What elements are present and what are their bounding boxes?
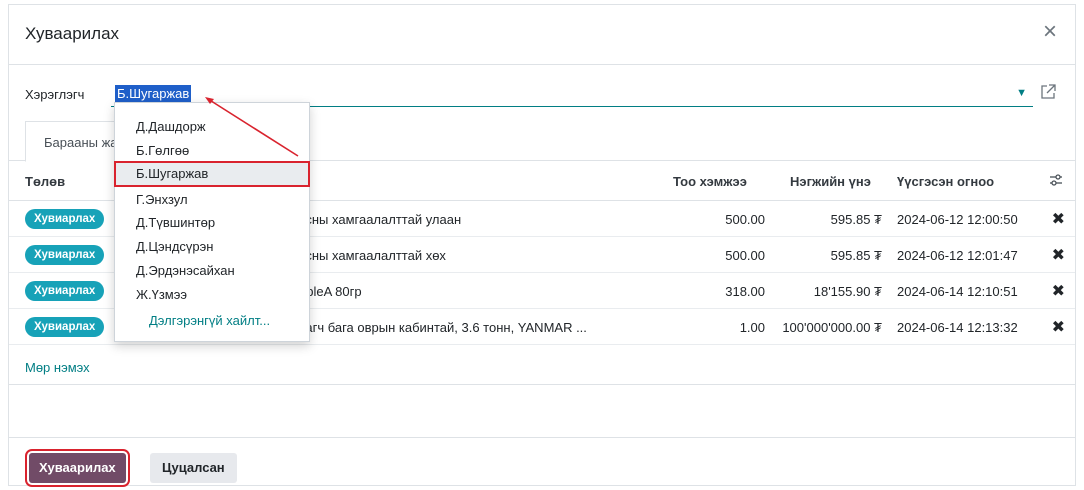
qty-cell[interactable]: 318.00 <box>725 284 765 299</box>
user-field-label: Хэрэглэгч <box>25 87 85 102</box>
price-cell[interactable]: 595.85 ₮ <box>831 248 882 263</box>
column-qty[interactable]: Тоо хэмжээ <box>673 174 747 189</box>
column-unit-price[interactable]: Нэгжийн үнэ <box>790 174 871 189</box>
dialog-footer: Хуваарилах Цуцалсан <box>9 437 1075 487</box>
user-field-value[interactable]: Б.Шугаржав <box>115 85 192 102</box>
status-badge: Хувиарлах <box>25 317 105 337</box>
column-status[interactable]: Төлөв <box>25 174 65 189</box>
dropdown-option[interactable]: Г.Энхзул <box>115 188 309 212</box>
dialog-title: Хуваарилах <box>25 24 120 43</box>
qty-cell[interactable]: 500.00 <box>725 212 765 227</box>
date-cell: 2024-06-14 12:10:51 <box>897 284 1018 299</box>
dropdown-option[interactable]: Д.Түвшинтөр <box>115 211 309 235</box>
external-link-icon[interactable] <box>1039 83 1057 101</box>
status-badge: Хувиарлах <box>25 209 105 229</box>
add-line-link[interactable]: Мөр нэмэх <box>25 360 90 375</box>
dropdown-search-more[interactable]: Дэлгэрэнгүй хайлт... <box>115 309 309 333</box>
product-cell[interactable]: хагч бага оврын кабинтай, 3.6 тонн, YANM… <box>299 320 587 335</box>
dialog-header: Хуваарилах × <box>9 5 1075 65</box>
dropdown-option-selected[interactable]: Б.Шугаржав <box>114 161 310 187</box>
column-settings-icon[interactable] <box>1047 171 1065 189</box>
assign-button[interactable]: Хуваарилах <box>25 449 130 487</box>
add-line-row: Мөр нэмэх <box>9 349 1075 385</box>
date-cell: 2024-06-14 12:13:32 <box>897 320 1018 335</box>
delete-icon[interactable]: ✖ <box>1052 245 1065 265</box>
delete-icon[interactable]: ✖ <box>1052 209 1065 229</box>
status-badge: Хувиарлах <box>25 281 105 301</box>
product-cell[interactable]: усны хамгаалалттай хөх <box>299 248 446 263</box>
user-dropdown: Д.Дашдорж Б.Гөлгөө Б.Шугаржав Г.Энхзул Д… <box>114 102 310 342</box>
date-cell: 2024-06-12 12:00:50 <box>897 212 1018 227</box>
delete-icon[interactable]: ✖ <box>1052 281 1065 301</box>
price-cell[interactable]: 18'155.90 ₮ <box>814 284 882 299</box>
qty-cell[interactable]: 500.00 <box>725 248 765 263</box>
dropdown-option[interactable]: Д.Цэндсүрэн <box>115 235 309 259</box>
price-cell[interactable]: 595.85 ₮ <box>831 212 882 227</box>
cancel-button[interactable]: Цуцалсан <box>150 453 237 483</box>
close-icon[interactable]: × <box>1037 19 1063 45</box>
price-cell[interactable]: 100'000'000.00 ₮ <box>782 320 882 335</box>
date-cell: 2024-06-12 12:01:47 <box>897 248 1018 263</box>
caret-down-icon[interactable]: ▼ <box>1016 87 1027 99</box>
dropdown-option[interactable]: Д.Дашдорж <box>115 115 309 139</box>
qty-cell[interactable]: 1.00 <box>740 320 765 335</box>
product-cell[interactable]: усны хамгаалалттай улаан <box>299 212 461 227</box>
status-badge: Хувиарлах <box>25 245 105 265</box>
dropdown-option[interactable]: Ж.Үзмээ <box>115 283 309 307</box>
dropdown-option[interactable]: Б.Гөлгөө <box>115 139 309 163</box>
column-created[interactable]: Үүсгэсэн огноо <box>897 174 994 189</box>
dropdown-option[interactable]: Д.Эрдэнэсайхан <box>115 259 309 283</box>
delete-icon[interactable]: ✖ <box>1052 317 1065 337</box>
